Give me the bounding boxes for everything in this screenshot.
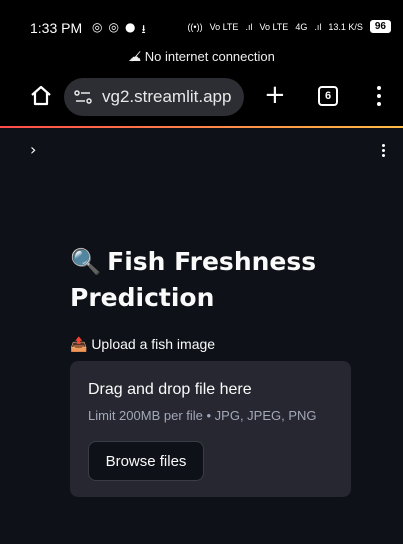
address-bar[interactable]: vg2.streamlit.app: [64, 78, 244, 116]
battery-icon: 96: [369, 20, 391, 33]
app-main: › 🔍 Fish Freshness Prediction 📤 Upload a …: [0, 128, 403, 544]
volte-label: Vo LTE: [209, 21, 239, 32]
notification-icons: ◎ ◎ ● ⭳: [92, 20, 146, 41]
offline-banner: ☁̸ No internet connection: [0, 49, 403, 65]
sidebar-expand-icon[interactable]: ›: [30, 140, 36, 159]
signal-icon: .ıl: [245, 21, 253, 32]
instagram-icon: ◎: [92, 20, 103, 34]
site-settings-icon[interactable]: [74, 90, 92, 104]
dropzone-limit: Limit 200MB per file • JPG, JPEG, PNG: [88, 408, 317, 423]
magnifier-icon: 🔍: [70, 247, 102, 276]
url-text: vg2.streamlit.app: [102, 87, 232, 106]
page-title-text: Fish Freshness Prediction: [70, 247, 317, 312]
app-menu-icon[interactable]: [381, 144, 385, 159]
upload-label: 📤 Upload a fish image: [70, 336, 216, 352]
status-bar: 1:33 PM ◎ ◎ ● ⭳ ((•)) Vo LTE .ıl Vo LTE …: [0, 0, 403, 44]
download-icon: ⭳: [141, 22, 146, 36]
file-dropzone[interactable]: Drag and drop file here Limit 200MB per …: [70, 361, 351, 497]
page-title: 🔍 Fish Freshness Prediction: [70, 244, 370, 316]
home-icon[interactable]: [30, 84, 52, 106]
browse-files-button[interactable]: Browse files: [88, 441, 204, 481]
data-speed-label: 13.1 K/S: [328, 21, 363, 32]
status-time: 1:33 PM: [30, 20, 83, 36]
network-type-label: 4G: [295, 21, 308, 32]
system-icons: ((•)) Vo LTE .ıl Vo LTE 4G .ıl 13.1 K/S …: [187, 20, 391, 33]
instagram-icon: ◎: [108, 20, 119, 34]
cloud-off-icon: ☁̸: [128, 49, 142, 64]
browser-toolbar: vg2.streamlit.app + 6: [0, 70, 403, 126]
signal-icon: .ıl: [314, 21, 322, 32]
new-tab-icon[interactable]: +: [264, 82, 286, 108]
offline-text: No internet connection: [144, 49, 275, 64]
volte-label: Vo LTE: [259, 21, 289, 32]
dropzone-title: Drag and drop file here: [88, 381, 252, 398]
chat-icon: ●: [124, 20, 136, 34]
tab-switcher-button[interactable]: 6: [318, 86, 338, 106]
browser-menu-icon[interactable]: [376, 86, 382, 108]
hotspot-icon: ((•)): [187, 21, 203, 32]
